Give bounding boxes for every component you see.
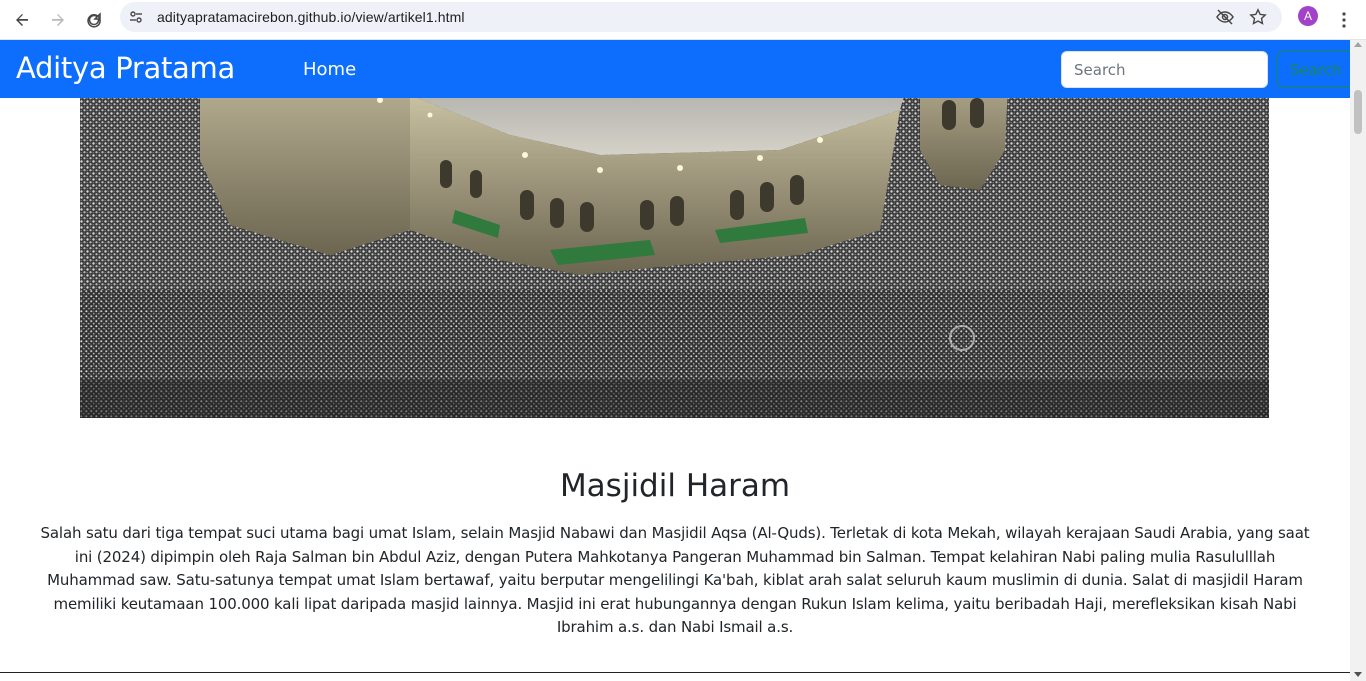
brand-link[interactable]: Aditya Pratama [16, 51, 235, 85]
article-body: Salah satu dari tiga tempat suci utama b… [40, 524, 1310, 636]
page-viewport: Aditya Pratama Home Search Masjidil Hara… [0, 40, 1350, 681]
avatar-letter: A [1303, 9, 1312, 23]
site-info-icon[interactable] [128, 9, 144, 25]
site-navbar: Aditya Pratama Home Search [0, 40, 1350, 98]
forward-icon[interactable] [42, 4, 74, 36]
scroll-up-arrow-icon[interactable] [1354, 42, 1362, 47]
browser-toolbar: adityapratamacirebon.github.io/view/arti… [0, 0, 1366, 40]
star-icon[interactable] [1248, 7, 1268, 27]
url-text[interactable]: adityapratamacirebon.github.io/view/arti… [157, 9, 465, 25]
search-button[interactable]: Search [1277, 51, 1350, 88]
article-title: Masjidil Haram [559, 468, 791, 504]
address-bar[interactable]: adityapratamacirebon.github.io/view/arti… [120, 2, 1282, 32]
scroll-thumb[interactable] [1354, 90, 1362, 134]
scroll-down-arrow-icon[interactable] [1354, 672, 1362, 677]
nav-home-link[interactable]: Home [303, 59, 356, 80]
kebab-menu-icon[interactable] [1332, 4, 1356, 36]
back-icon[interactable] [6, 4, 38, 36]
divider [0, 672, 1350, 673]
reload-icon[interactable] [78, 4, 110, 36]
eye-off-icon[interactable] [1215, 7, 1235, 27]
search-input[interactable] [1061, 51, 1268, 88]
vertical-scrollbar[interactable] [1350, 40, 1366, 681]
profile-avatar[interactable]: A [1298, 6, 1318, 26]
